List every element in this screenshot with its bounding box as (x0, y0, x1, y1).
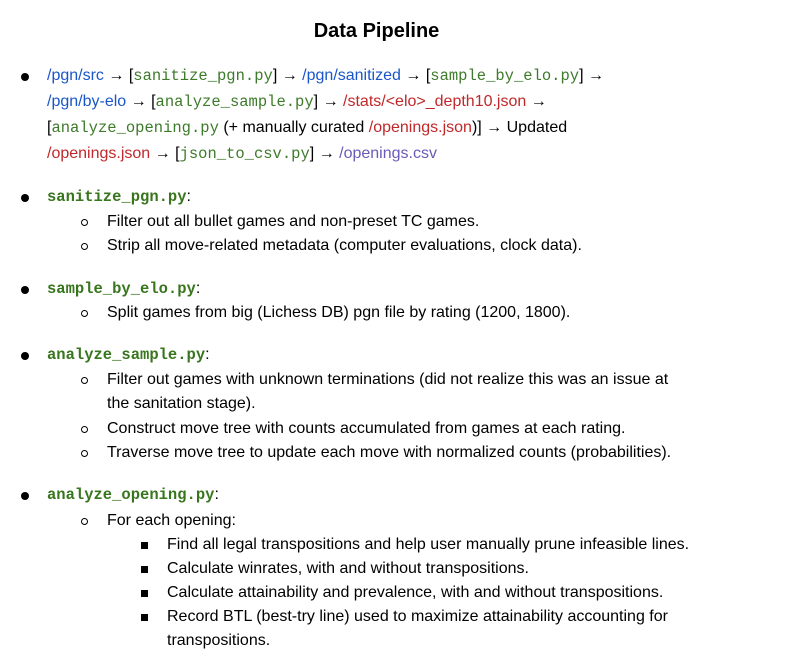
arrow: → (281, 67, 298, 84)
path-by-elo: /pgn/by-elo (47, 93, 127, 110)
list-item: Find all legal transpositions and help u… (167, 536, 690, 553)
section-heading: sanitize_pgn.py: (47, 188, 191, 206)
list-item: Construct move tree with counts accumula… (107, 420, 626, 437)
sub-bullet-circle (81, 450, 88, 457)
document: Data Pipeline /pgn/src → [sanitize_pgn.p… (0, 0, 793, 665)
script-sample: sample_by_elo.py (430, 67, 580, 85)
arrow: → (108, 67, 125, 84)
arrow: → (318, 145, 335, 162)
sub-bullet-circle (81, 377, 88, 384)
script-sanitize: sanitize_pgn.py (133, 67, 273, 85)
script-analyze-sample: analyze_sample.py (155, 93, 314, 111)
script-analyze-opening: analyze_opening.py (51, 119, 219, 137)
bullet-dot (21, 286, 29, 294)
sub-bullet-circle (81, 219, 88, 226)
list-item: Split games from big (Lichess DB) pgn fi… (107, 304, 571, 321)
arrow: → (588, 67, 604, 84)
pipeline-line-4: /openings.json → [json_to_csv.py] → /ope… (47, 145, 437, 163)
section-heading: sample_by_elo.py: (47, 280, 201, 298)
sub-sub-bullet-square (141, 566, 148, 573)
list-item-continuation: the sanitation stage). (107, 395, 256, 412)
list-item: Calculate attainability and prevalence, … (167, 584, 664, 601)
sub-sub-bullet-square (141, 542, 148, 549)
sub-bullet-circle (81, 310, 88, 317)
bullet-dot (21, 492, 29, 500)
sub-bullet-circle (81, 518, 88, 525)
path-sanitized: /pgn/sanitized (302, 67, 401, 84)
path-stats: /stats/<elo>_depth10.json (343, 93, 527, 110)
pipeline-line-3: [analyze_opening.py (+ manually curated … (47, 119, 568, 137)
bullet-dot (21, 352, 29, 360)
bullet-dot (21, 73, 29, 81)
list-item-continuation: transpositions. (167, 632, 271, 649)
sub-bullet-circle (81, 426, 88, 433)
section-heading: analyze_opening.py: (47, 486, 219, 504)
sub-bullet-circle (81, 243, 88, 250)
arrow: → (130, 93, 147, 110)
section-heading: analyze_sample.py: (47, 346, 210, 364)
list-item: Strip all move-related metadata (compute… (107, 237, 582, 254)
section-script-name: sanitize_pgn.py (47, 188, 187, 206)
sub-sub-bullet-square (141, 590, 148, 597)
arrow: → (486, 119, 503, 136)
script-json-to-csv: json_to_csv.py (179, 145, 310, 163)
arrow: → (154, 145, 171, 162)
list-item: Record BTL (best-try line) used to maxim… (167, 608, 668, 625)
section-script-name: sample_by_elo.py (47, 280, 196, 298)
sub-sub-bullet-square (141, 614, 148, 621)
list-item: Calculate winrates, with and without tra… (167, 560, 529, 577)
list-item: For each opening: (107, 512, 236, 529)
pipeline-line-1: /pgn/src → [sanitize_pgn.py] → /pgn/sani… (47, 67, 604, 85)
path-openings-json: /openings.json (368, 119, 472, 136)
list-item: Traverse move tree to update each move w… (107, 444, 672, 461)
section-script-name: analyze_sample.py (47, 346, 206, 364)
path-openings-json-updated: /openings.json (47, 145, 151, 162)
list-item: Filter out all bullet games and non-pres… (107, 213, 480, 230)
path-openings-csv: /openings.csv (339, 145, 437, 162)
page-title: Data Pipeline (313, 20, 440, 42)
bullet-dot (21, 194, 29, 202)
arrow: → (405, 67, 422, 84)
arrow: → (322, 93, 339, 110)
pipeline-line-2: /pgn/by-elo → [analyze_sample.py] → /sta… (47, 93, 547, 111)
section-script-name: analyze_opening.py (47, 486, 215, 504)
list-item: Filter out games with unknown terminatio… (107, 371, 669, 388)
arrow: → (530, 93, 547, 110)
path-src: /pgn/src (47, 67, 104, 84)
